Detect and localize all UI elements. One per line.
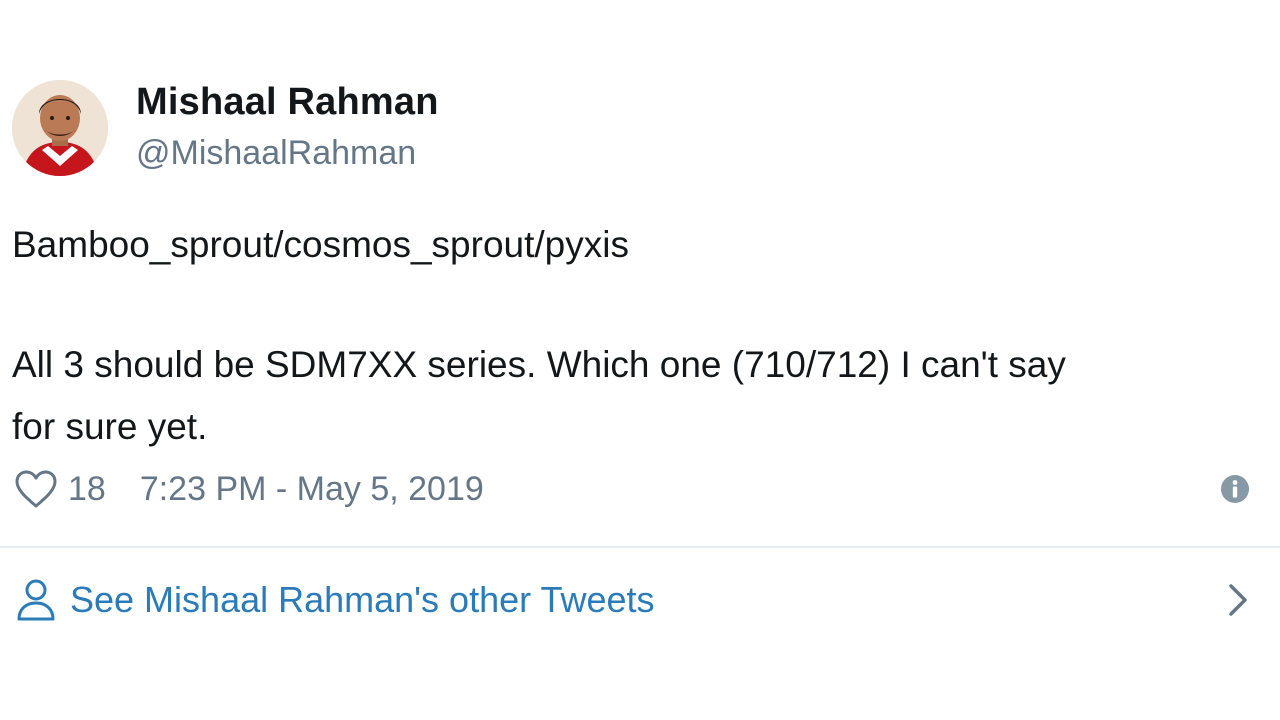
heart-icon[interactable] bbox=[14, 469, 58, 509]
tweet-timestamp[interactable]: 7:23 PM - May 5, 2019 bbox=[140, 470, 484, 509]
tweet-text-line-2: All 3 should be SDM7XX series. Which one… bbox=[12, 344, 1066, 385]
author-block[interactable]: Mishaal Rahman @MishaalRahman bbox=[136, 80, 439, 173]
author-handle[interactable]: @MishaalRahman bbox=[136, 133, 439, 173]
see-other-tweets-label[interactable]: See Mishaal Rahman's other Tweets bbox=[70, 579, 655, 621]
divider bbox=[0, 546, 1280, 548]
tweet-text-line-1: Bamboo_sprout/cosmos_sprout/pyxis bbox=[12, 224, 629, 265]
like-count[interactable]: 18 bbox=[68, 470, 106, 509]
avatar[interactable] bbox=[12, 80, 108, 176]
tweet-text-line-3: for sure yet. bbox=[12, 406, 208, 447]
tweet-meta: 18 7:23 PM - May 5, 2019 bbox=[14, 467, 484, 511]
see-other-tweets-link[interactable]: See Mishaal Rahman's other Tweets bbox=[16, 574, 1264, 626]
info-icon[interactable] bbox=[1220, 474, 1250, 504]
author-display-name[interactable]: Mishaal Rahman bbox=[136, 80, 439, 124]
embedded-tweet: Mishaal Rahman @MishaalRahman Bamboo_spr… bbox=[0, 0, 1280, 720]
avatar-image bbox=[12, 80, 108, 176]
person-icon bbox=[16, 578, 56, 622]
chevron-right-icon[interactable] bbox=[1226, 580, 1250, 620]
